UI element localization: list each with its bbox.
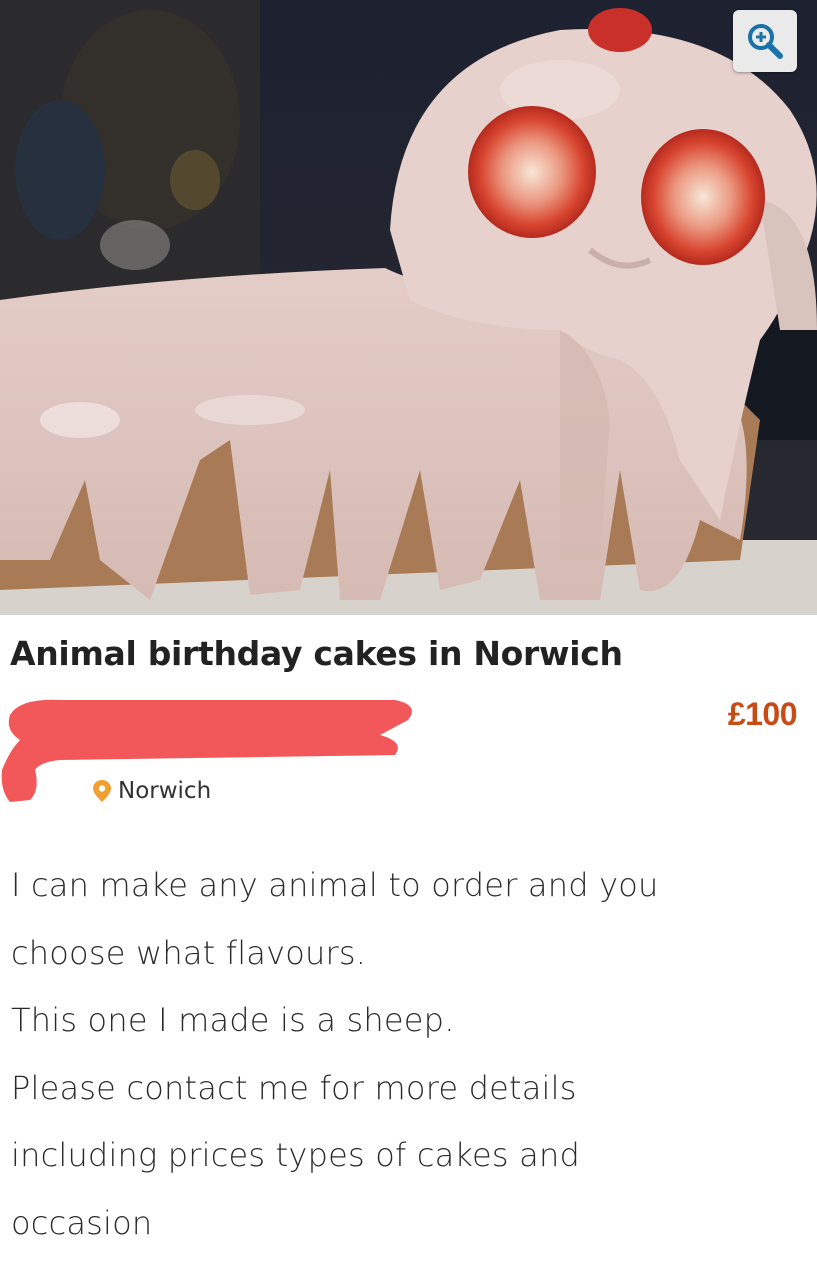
- map-pin-icon: [92, 779, 112, 803]
- description-line: occasion: [11, 1203, 153, 1242]
- zoom-in-icon: [748, 24, 783, 59]
- redacted-seller-name: [1, 699, 412, 802]
- description-line: choose what flavours.: [11, 933, 367, 972]
- description-line: including prices types of cakes and: [11, 1136, 580, 1174]
- listing-title: Animal birthday cakes in Norwich: [10, 634, 623, 673]
- description-line: Please contact me for more details: [11, 1068, 577, 1107]
- cake-photo-illustration: [0, 0, 817, 615]
- location-label: Norwich: [118, 778, 212, 804]
- listing-photo[interactable]: [0, 0, 817, 615]
- listing-price: £100: [727, 696, 798, 732]
- description-line: I can make any animal to order and you: [11, 866, 659, 904]
- listing-location: Norwich: [92, 778, 211, 804]
- description-line: This one I made is a sheep.: [11, 1001, 455, 1039]
- listing-description: I can make any animal to order and you c…: [11, 852, 811, 1257]
- zoom-button[interactable]: [733, 10, 797, 72]
